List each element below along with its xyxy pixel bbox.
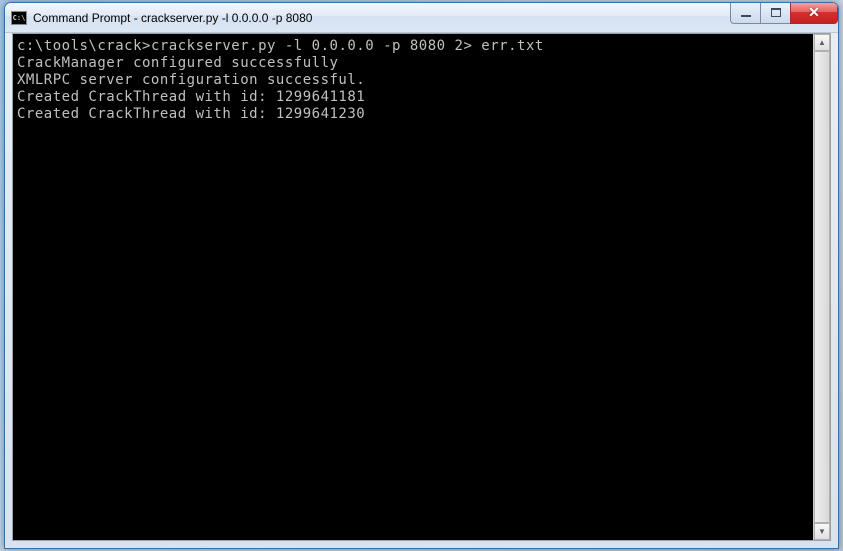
output-line: Created CrackThread with id: 1299641230: [17, 106, 365, 122]
command-prompt-window: C:\ Command Prompt - crackserver.py -l 0…: [4, 2, 839, 549]
prompt: c:\tools\crack>: [17, 38, 151, 54]
close-button[interactable]: ✕: [790, 3, 838, 24]
close-icon: ✕: [808, 4, 820, 21]
output-line: CrackManager configured successfully: [17, 55, 338, 71]
client-area: c:\tools\crack>crackserver.py -l 0.0.0.0…: [12, 33, 831, 541]
minimize-icon: [741, 14, 751, 17]
output-line: Created CrackThread with id: 1299641181: [17, 89, 365, 105]
titlebar[interactable]: C:\ Command Prompt - crackserver.py -l 0…: [5, 3, 838, 33]
maximize-button[interactable]: [760, 3, 790, 24]
output-line: XMLRPC server configuration successful.: [17, 72, 365, 88]
scroll-down-button[interactable]: ▼: [814, 523, 830, 540]
command-text: crackserver.py -l 0.0.0.0 -p 8080 2> err…: [151, 38, 544, 54]
minimize-button[interactable]: [730, 3, 760, 24]
cmd-icon: C:\: [11, 11, 27, 25]
vertical-scrollbar[interactable]: ▲ ▼: [813, 34, 830, 540]
scroll-thumb[interactable]: [814, 51, 830, 523]
window-title: Command Prompt - crackserver.py -l 0.0.0…: [33, 11, 730, 25]
maximize-icon: [771, 8, 781, 17]
scroll-up-button[interactable]: ▲: [814, 34, 830, 51]
window-controls: ✕: [730, 3, 838, 24]
console-output[interactable]: c:\tools\crack>crackserver.py -l 0.0.0.0…: [13, 34, 813, 540]
